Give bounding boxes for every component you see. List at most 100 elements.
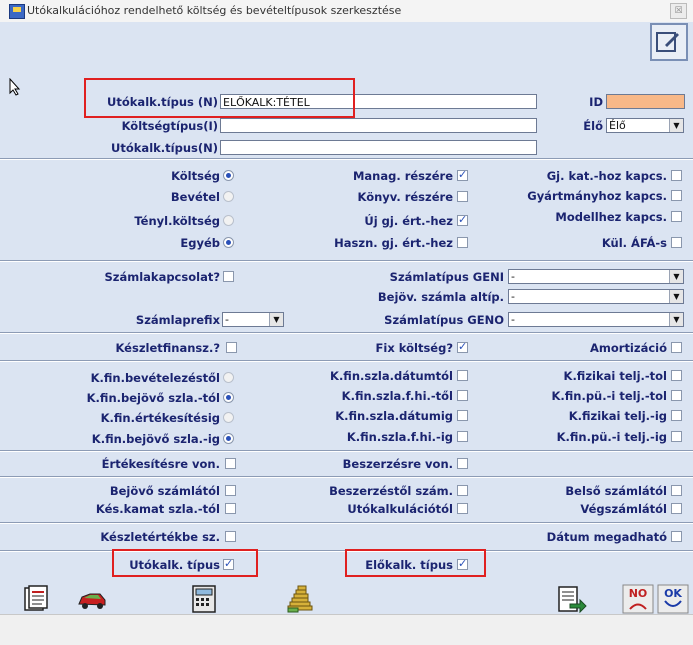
ertekesitesre-von-checkbox[interactable] bbox=[225, 458, 236, 469]
bejovo-szamlatol-checkbox[interactable] bbox=[225, 485, 236, 496]
radio-bevetel[interactable] bbox=[223, 191, 234, 202]
manag-checkbox[interactable] bbox=[457, 168, 468, 181]
gyartmany-checkbox[interactable] bbox=[671, 190, 682, 201]
bejov-altip-label: Bejöv. számla altíp. bbox=[377, 290, 504, 304]
documents-button[interactable] bbox=[20, 584, 52, 614]
kfin-mid-checkbox[interactable] bbox=[457, 390, 468, 401]
vegszamlatol-checkbox[interactable] bbox=[671, 503, 682, 514]
highlight-box-elokalk bbox=[345, 549, 486, 577]
szamlatipus-geno-label: Számlatípus GENO bbox=[384, 313, 504, 327]
vegszamlatol-label: Végszámlától bbox=[580, 502, 667, 516]
szamlatipus-geno-dropdown[interactable]: - ▼ bbox=[508, 312, 684, 327]
close-button[interactable]: ☒ bbox=[670, 3, 687, 19]
manag-label: Manag. részére bbox=[352, 169, 453, 183]
haszn-gj-checkbox[interactable] bbox=[457, 237, 468, 248]
kfin-mid-checkbox[interactable] bbox=[457, 410, 468, 421]
edit-mode-button[interactable] bbox=[650, 23, 688, 61]
szamlaprefix-label: Számlaprefix bbox=[135, 313, 220, 327]
elo-dropdown-value: Élő bbox=[609, 119, 626, 132]
belso-szamlatol-checkbox[interactable] bbox=[671, 485, 682, 496]
modell-label: Modellhez kapcs. bbox=[555, 210, 667, 224]
separator bbox=[0, 522, 693, 524]
highlight-box-utokalk bbox=[112, 549, 258, 577]
no-button[interactable]: NO bbox=[622, 584, 654, 614]
happy-face-icon: OK bbox=[657, 584, 689, 614]
chevron-down-icon: ▼ bbox=[669, 270, 683, 283]
bejov-altip-dropdown[interactable]: - ▼ bbox=[508, 289, 684, 304]
datum-megadhato-label: Dátum megadható bbox=[546, 530, 667, 544]
kfin-right-checkbox[interactable] bbox=[671, 431, 682, 442]
fix-koltseg-checkbox[interactable] bbox=[457, 340, 468, 353]
datum-megadhato-checkbox[interactable] bbox=[671, 531, 682, 542]
konyv-checkbox[interactable] bbox=[457, 191, 468, 202]
ok-button[interactable]: OK bbox=[657, 584, 689, 614]
calculator-button[interactable] bbox=[188, 584, 220, 614]
id-field[interactable] bbox=[606, 94, 685, 109]
kfin-mid-checkbox[interactable] bbox=[457, 370, 468, 381]
keszletertekbe-checkbox[interactable] bbox=[225, 531, 236, 542]
beszerzestol-checkbox[interactable] bbox=[457, 485, 468, 496]
kfin-right-label: K.fizikai telj.-tol bbox=[563, 369, 667, 383]
belso-szamlatol-label: Belső számlától bbox=[565, 484, 667, 498]
edit-icon bbox=[656, 32, 679, 52]
beszerzestol-label: Beszerzéstől szám. bbox=[329, 484, 453, 498]
beszerzesre-von-label: Beszerzésre von. bbox=[342, 457, 453, 471]
kfin-right-checkbox[interactable] bbox=[671, 390, 682, 401]
status-bar bbox=[0, 614, 693, 645]
separator bbox=[0, 360, 693, 362]
kfin-right-checkbox[interactable] bbox=[671, 370, 682, 381]
coins-button[interactable] bbox=[284, 584, 316, 614]
szamlakapcsolat-label: Számlakapcsolat? bbox=[104, 270, 221, 284]
documents-icon bbox=[24, 585, 48, 611]
kfin-left-radio[interactable] bbox=[223, 412, 234, 423]
kfin-mid-label: K.fin.szla.f.hi.-ig bbox=[346, 430, 453, 444]
radio-egyeb[interactable] bbox=[223, 237, 234, 248]
szamlatipus-geni-label: Számlatípus GENI bbox=[389, 270, 504, 284]
szamlatipus-geni-value: - bbox=[511, 270, 515, 283]
kfin-left-radio[interactable] bbox=[223, 392, 234, 403]
utokalk-tipus2-field[interactable] bbox=[220, 140, 537, 155]
kes-kamat-label: Kés.kamat szla.-tól bbox=[95, 502, 220, 516]
bejov-altip-value: - bbox=[511, 290, 515, 303]
radio-bevetel-label: Bevétel bbox=[170, 190, 220, 204]
keszletfinansz-checkbox[interactable] bbox=[226, 342, 237, 353]
koltsegtipus-field[interactable] bbox=[220, 118, 537, 133]
beszerzesre-von-checkbox[interactable] bbox=[457, 458, 468, 469]
kes-kamat-checkbox[interactable] bbox=[225, 503, 236, 514]
gyartmany-label: Gyártmányhoz kapcs. bbox=[527, 189, 667, 203]
kfin-left-label: K.fin.bejövő szla.-ig bbox=[91, 432, 220, 446]
kfin-mid-label: K.fin.szla.f.hi.-től bbox=[341, 389, 453, 403]
kfin-right-checkbox[interactable] bbox=[671, 410, 682, 421]
export-arrow-icon bbox=[558, 586, 587, 614]
car-button[interactable] bbox=[76, 584, 108, 614]
separator bbox=[0, 450, 693, 452]
chevron-down-icon: ▼ bbox=[269, 313, 283, 326]
haszn-gj-label: Haszn. gj. ért.-hez bbox=[334, 236, 453, 250]
chevron-down-icon: ▼ bbox=[669, 313, 683, 326]
uj-gj-label: Új gj. ért.-hez bbox=[364, 214, 453, 228]
separator bbox=[0, 476, 693, 478]
szamlaprefix-dropdown[interactable]: - ▼ bbox=[222, 312, 284, 327]
utokalk-tipus2-label: Utókalk.típus(N) bbox=[111, 141, 218, 155]
elo-dropdown[interactable]: Élő ▼ bbox=[606, 118, 684, 133]
kfin-left-radio[interactable] bbox=[223, 433, 234, 444]
radio-tenyl-koltseg[interactable] bbox=[223, 215, 234, 226]
szamlakapcsolat-checkbox[interactable] bbox=[223, 271, 234, 282]
kfin-left-radio[interactable] bbox=[223, 372, 234, 383]
szamlatipus-geni-dropdown[interactable]: - ▼ bbox=[508, 269, 684, 284]
calculator-icon bbox=[192, 585, 216, 613]
szamlatipus-geno-value: - bbox=[511, 313, 515, 326]
separator bbox=[0, 332, 693, 334]
gj-kat-checkbox[interactable] bbox=[671, 170, 682, 181]
kul-afa-checkbox[interactable] bbox=[671, 237, 682, 248]
utokalkulaciotol-checkbox[interactable] bbox=[457, 503, 468, 514]
bejovo-szamlatol-label: Bejövő számlától bbox=[109, 484, 220, 498]
export-button[interactable] bbox=[556, 584, 588, 614]
chevron-down-icon: ▼ bbox=[669, 119, 683, 132]
keszletfinansz-label: Készletfinansz.? bbox=[115, 341, 220, 355]
radio-koltseg[interactable] bbox=[223, 170, 234, 181]
amortizacio-checkbox[interactable] bbox=[671, 342, 682, 353]
kfin-mid-checkbox[interactable] bbox=[457, 431, 468, 442]
uj-gj-checkbox[interactable] bbox=[457, 213, 468, 226]
modell-checkbox[interactable] bbox=[671, 211, 682, 222]
